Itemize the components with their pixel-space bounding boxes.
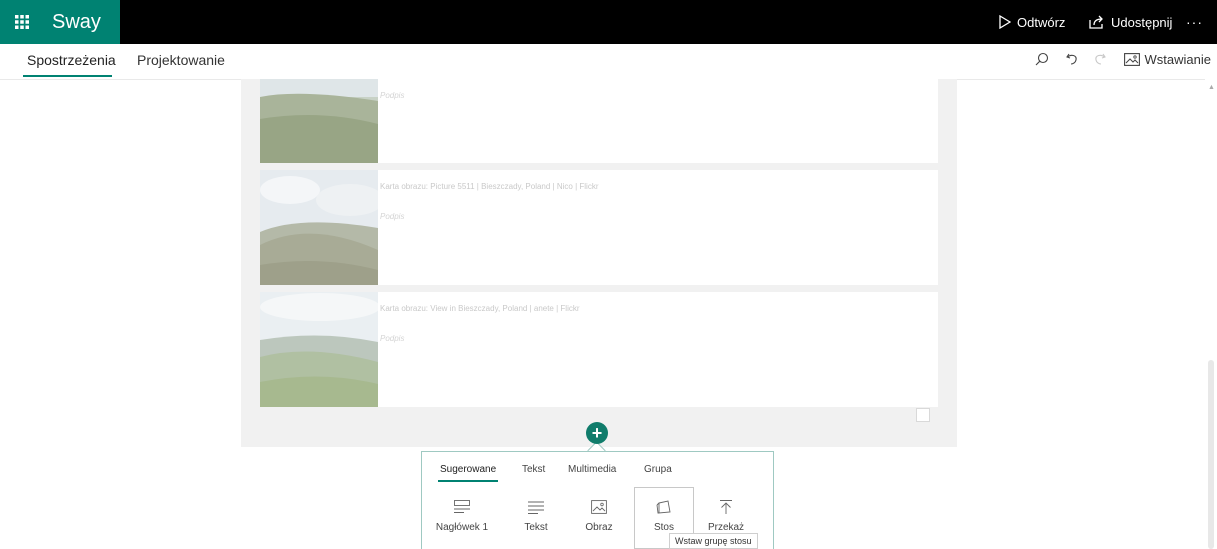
panel-tab-indicator (438, 480, 498, 482)
waffle-icon (15, 15, 29, 29)
card-image[interactable] (260, 292, 378, 407)
image-card[interactable]: Karta obrazu: View in Bieszczady, Poland… (260, 292, 938, 407)
search-icon[interactable] (1035, 52, 1049, 66)
tooltip: Wstaw grupę stosu (669, 533, 758, 549)
group-checkbox[interactable] (916, 408, 930, 422)
insert-button[interactable]: Wstawianie (1123, 52, 1211, 67)
redo-icon[interactable] (1093, 52, 1107, 66)
insert-heading-label: Nagłówek 1 (435, 522, 489, 533)
insert-upload-label: Przekaż (707, 522, 745, 533)
text-icon (528, 501, 544, 514)
card-image[interactable] (260, 79, 378, 163)
undo-icon[interactable] (1065, 52, 1079, 66)
insert-image-icon (1123, 53, 1140, 66)
upload-icon (720, 500, 732, 514)
ribbon-bar: Spostrzeżenia Projektowanie Wstawianie (0, 44, 1217, 80)
active-tab-indicator (23, 75, 112, 77)
image-icon (591, 500, 607, 514)
insert-text-label: Tekst (524, 522, 548, 533)
play-label: Odtwórz (1017, 14, 1066, 30)
tab-design[interactable]: Projektowanie (137, 52, 225, 68)
heading-icon (454, 500, 470, 513)
app-title[interactable]: Sway (44, 0, 120, 44)
insert-text-button[interactable]: Tekst (506, 496, 566, 533)
stack-icon (656, 500, 671, 514)
insert-image-label: Obraz (585, 522, 613, 533)
play-button[interactable]: Odtwórz (999, 0, 1065, 44)
scrollbar-thumb[interactable] (1208, 360, 1214, 549)
share-icon (1089, 15, 1103, 29)
panel-tab-text[interactable]: Tekst (522, 464, 545, 475)
scroll-up-arrow-icon[interactable]: ▲ (1208, 84, 1215, 91)
more-button[interactable]: ··· (1186, 0, 1203, 44)
insert-upload-button[interactable]: Przekaż (696, 496, 756, 533)
image-card[interactable]: Podpis (260, 79, 938, 163)
card-caption[interactable]: Podpis (380, 91, 404, 100)
panel-tab-group[interactable]: Grupa (644, 464, 672, 475)
app-launcher-button[interactable] (0, 0, 44, 44)
top-bar: Sway Odtwórz Udostępnij ··· (0, 0, 1217, 44)
add-content-button[interactable]: + (586, 422, 608, 444)
panel-tab-suggested[interactable]: Sugerowane (440, 464, 496, 475)
insert-label: Wstawianie (1144, 52, 1211, 67)
panel-tab-media[interactable]: Multimedia (568, 464, 616, 475)
tab-insights[interactable]: Spostrzeżenia (27, 52, 116, 68)
card-title[interactable]: Karta obrazu: View in Bieszczady, Poland… (380, 304, 580, 313)
play-icon (999, 15, 1011, 29)
card-caption[interactable]: Podpis (380, 334, 404, 343)
card-image[interactable] (260, 170, 378, 285)
card-caption[interactable]: Podpis (380, 212, 404, 221)
image-card[interactable]: Karta obrazu: Picture 5511 | Bieszczady,… (260, 170, 938, 285)
insert-image-button[interactable]: Obraz (569, 496, 629, 533)
insert-stack-label: Stos (653, 522, 674, 533)
card-title[interactable]: Karta obrazu: Picture 5511 | Bieszczady,… (380, 182, 598, 191)
share-label: Udostępnij (1111, 14, 1173, 30)
share-button[interactable]: Udostępnij (1089, 0, 1172, 44)
insert-heading-button[interactable]: Nagłówek 1 (432, 496, 492, 533)
